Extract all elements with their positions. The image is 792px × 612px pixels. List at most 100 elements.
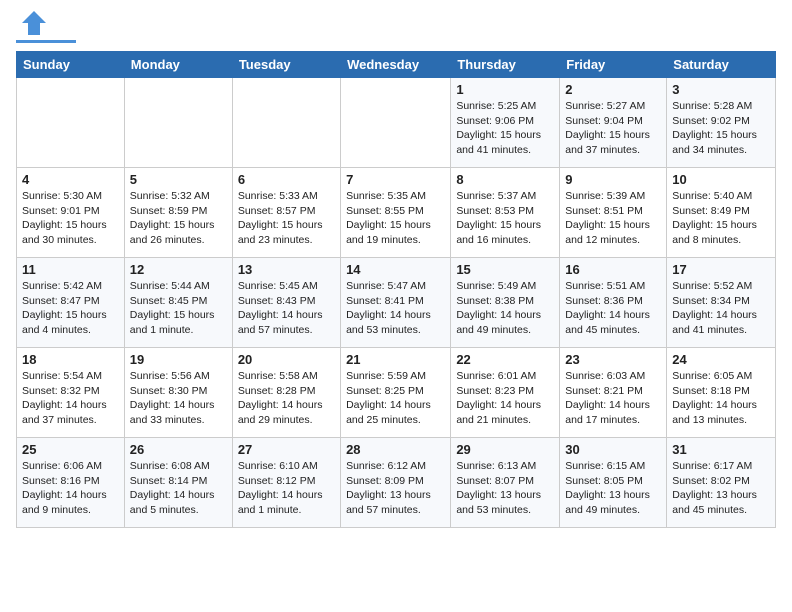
day-info: Sunrise: 6:15 AM Sunset: 8:05 PM Dayligh… [565, 459, 661, 518]
day-info: Sunrise: 5:35 AM Sunset: 8:55 PM Dayligh… [346, 189, 445, 248]
day-info: Sunrise: 5:25 AM Sunset: 9:06 PM Dayligh… [456, 99, 554, 158]
day-info: Sunrise: 5:28 AM Sunset: 9:02 PM Dayligh… [672, 99, 770, 158]
day-info: Sunrise: 5:52 AM Sunset: 8:34 PM Dayligh… [672, 279, 770, 338]
day-info: Sunrise: 5:42 AM Sunset: 8:47 PM Dayligh… [22, 279, 119, 338]
calendar-cell: 3 Sunrise: 5:28 AM Sunset: 9:02 PM Daylig… [667, 78, 776, 168]
day-number: 29 [456, 442, 554, 457]
weekday-header: Friday [560, 52, 667, 78]
calendar-header: SundayMondayTuesdayWednesdayThursdayFrid… [17, 52, 776, 78]
day-number: 25 [22, 442, 119, 457]
weekday-header: Tuesday [232, 52, 340, 78]
day-number: 3 [672, 82, 770, 97]
day-info: Sunrise: 6:13 AM Sunset: 8:07 PM Dayligh… [456, 459, 554, 518]
day-number: 14 [346, 262, 445, 277]
calendar-cell: 1 Sunrise: 5:25 AM Sunset: 9:06 PM Daylig… [451, 78, 560, 168]
day-number: 17 [672, 262, 770, 277]
calendar-cell: 12 Sunrise: 5:44 AM Sunset: 8:45 PM Dayli… [124, 258, 232, 348]
calendar-cell: 19 Sunrise: 5:56 AM Sunset: 8:30 PM Dayli… [124, 348, 232, 438]
day-info: Sunrise: 6:10 AM Sunset: 8:12 PM Dayligh… [238, 459, 335, 518]
calendar-cell: 23 Sunrise: 6:03 AM Sunset: 8:21 PM Dayli… [560, 348, 667, 438]
calendar-cell: 29 Sunrise: 6:13 AM Sunset: 8:07 PM Dayli… [451, 438, 560, 528]
day-info: Sunrise: 6:03 AM Sunset: 8:21 PM Dayligh… [565, 369, 661, 428]
day-info: Sunrise: 5:58 AM Sunset: 8:28 PM Dayligh… [238, 369, 335, 428]
calendar-cell: 21 Sunrise: 5:59 AM Sunset: 8:25 PM Dayli… [341, 348, 451, 438]
day-info: Sunrise: 6:12 AM Sunset: 8:09 PM Dayligh… [346, 459, 445, 518]
day-info: Sunrise: 5:33 AM Sunset: 8:57 PM Dayligh… [238, 189, 335, 248]
day-number: 18 [22, 352, 119, 367]
day-number: 23 [565, 352, 661, 367]
weekday-header: Sunday [17, 52, 125, 78]
day-number: 9 [565, 172, 661, 187]
day-info: Sunrise: 5:39 AM Sunset: 8:51 PM Dayligh… [565, 189, 661, 248]
day-number: 5 [130, 172, 227, 187]
calendar-cell [17, 78, 125, 168]
day-info: Sunrise: 5:45 AM Sunset: 8:43 PM Dayligh… [238, 279, 335, 338]
calendar-cell: 20Sunrise: 5:58 AM Sunset: 8:28 PM Dayli… [232, 348, 340, 438]
calendar-cell: 16 Sunrise: 5:51 AM Sunset: 8:36 PM Dayli… [560, 258, 667, 348]
day-info: Sunrise: 6:01 AM Sunset: 8:23 PM Dayligh… [456, 369, 554, 428]
calendar-week-row: 1 Sunrise: 5:25 AM Sunset: 9:06 PM Daylig… [17, 78, 776, 168]
day-number: 6 [238, 172, 335, 187]
day-info: Sunrise: 5:27 AM Sunset: 9:04 PM Dayligh… [565, 99, 661, 158]
day-number: 30 [565, 442, 661, 457]
calendar-cell: 9 Sunrise: 5:39 AM Sunset: 8:51 PM Daylig… [560, 168, 667, 258]
day-info: Sunrise: 5:49 AM Sunset: 8:38 PM Dayligh… [456, 279, 554, 338]
calendar-cell [232, 78, 340, 168]
calendar-cell [341, 78, 451, 168]
day-number: 8 [456, 172, 554, 187]
calendar-cell: 31 Sunrise: 6:17 AM Sunset: 8:02 PM Dayli… [667, 438, 776, 528]
day-number: 16 [565, 262, 661, 277]
day-number: 4 [22, 172, 119, 187]
day-info: Sunrise: 5:47 AM Sunset: 8:41 PM Dayligh… [346, 279, 445, 338]
day-info: Sunrise: 5:59 AM Sunset: 8:25 PM Dayligh… [346, 369, 445, 428]
calendar-cell: 17 Sunrise: 5:52 AM Sunset: 8:34 PM Dayli… [667, 258, 776, 348]
logo [16, 16, 76, 43]
day-number: 11 [22, 262, 119, 277]
day-info: Sunrise: 6:08 AM Sunset: 8:14 PM Dayligh… [130, 459, 227, 518]
calendar-cell: 30 Sunrise: 6:15 AM Sunset: 8:05 PM Dayli… [560, 438, 667, 528]
calendar-cell: 2 Sunrise: 5:27 AM Sunset: 9:04 PM Daylig… [560, 78, 667, 168]
day-number: 24 [672, 352, 770, 367]
day-number: 7 [346, 172, 445, 187]
day-number: 10 [672, 172, 770, 187]
day-info: Sunrise: 6:06 AM Sunset: 8:16 PM Dayligh… [22, 459, 119, 518]
calendar-body: 1 Sunrise: 5:25 AM Sunset: 9:06 PM Daylig… [17, 78, 776, 528]
day-info: Sunrise: 5:54 AM Sunset: 8:32 PM Dayligh… [22, 369, 119, 428]
day-number: 13 [238, 262, 335, 277]
day-number: 31 [672, 442, 770, 457]
day-number: 26 [130, 442, 227, 457]
weekday-header: Thursday [451, 52, 560, 78]
calendar-cell: 11 Sunrise: 5:42 AM Sunset: 8:47 PM Dayli… [17, 258, 125, 348]
day-number: 28 [346, 442, 445, 457]
day-number: 19 [130, 352, 227, 367]
weekday-header: Monday [124, 52, 232, 78]
calendar-cell: 7 Sunrise: 5:35 AM Sunset: 8:55 PM Daylig… [341, 168, 451, 258]
calendar-cell: 4 Sunrise: 5:30 AM Sunset: 9:01 PM Daylig… [17, 168, 125, 258]
day-number: 21 [346, 352, 445, 367]
calendar-cell: 24Sunrise: 6:05 AM Sunset: 8:18 PM Dayli… [667, 348, 776, 438]
calendar-week-row: 18 Sunrise: 5:54 AM Sunset: 8:32 PM Dayli… [17, 348, 776, 438]
day-number: 15 [456, 262, 554, 277]
day-info: Sunrise: 5:32 AM Sunset: 8:59 PM Dayligh… [130, 189, 227, 248]
day-info: Sunrise: 5:44 AM Sunset: 8:45 PM Dayligh… [130, 279, 227, 338]
day-info: Sunrise: 5:51 AM Sunset: 8:36 PM Dayligh… [565, 279, 661, 338]
calendar-cell: 28 Sunrise: 6:12 AM Sunset: 8:09 PM Dayli… [341, 438, 451, 528]
calendar-cell: 22Sunrise: 6:01 AM Sunset: 8:23 PM Dayli… [451, 348, 560, 438]
day-number: 12 [130, 262, 227, 277]
weekday-header: Saturday [667, 52, 776, 78]
calendar-week-row: 11 Sunrise: 5:42 AM Sunset: 8:47 PM Dayli… [17, 258, 776, 348]
calendar-cell: 14 Sunrise: 5:47 AM Sunset: 8:41 PM Dayli… [341, 258, 451, 348]
calendar-cell: 18 Sunrise: 5:54 AM Sunset: 8:32 PM Dayli… [17, 348, 125, 438]
calendar-table: SundayMondayTuesdayWednesdayThursdayFrid… [16, 51, 776, 528]
day-info: Sunrise: 6:17 AM Sunset: 8:02 PM Dayligh… [672, 459, 770, 518]
day-info: Sunrise: 5:56 AM Sunset: 8:30 PM Dayligh… [130, 369, 227, 428]
calendar-cell: 27Sunrise: 6:10 AM Sunset: 8:12 PM Dayli… [232, 438, 340, 528]
day-number: 2 [565, 82, 661, 97]
day-info: Sunrise: 5:30 AM Sunset: 9:01 PM Dayligh… [22, 189, 119, 248]
calendar-week-row: 4 Sunrise: 5:30 AM Sunset: 9:01 PM Daylig… [17, 168, 776, 258]
calendar-cell: 8 Sunrise: 5:37 AM Sunset: 8:53 PM Daylig… [451, 168, 560, 258]
weekday-header: Wednesday [341, 52, 451, 78]
header [16, 16, 776, 43]
day-number: 1 [456, 82, 554, 97]
day-info: Sunrise: 5:37 AM Sunset: 8:53 PM Dayligh… [456, 189, 554, 248]
